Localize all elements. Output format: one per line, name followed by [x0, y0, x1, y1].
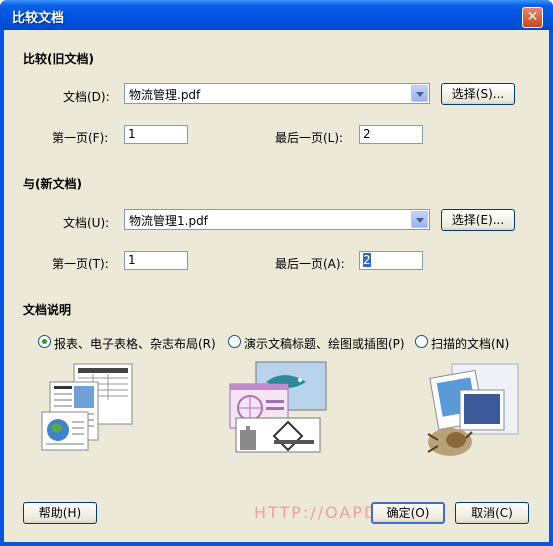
help-button[interactable]: 帮助(H): [23, 502, 97, 524]
new-last-page-value: 2: [363, 253, 371, 267]
old-first-page-label: 第一页(F):: [52, 131, 109, 145]
radio-report-layout-label[interactable]: 报表、电子表格、杂志布局(R): [54, 335, 216, 352]
close-icon: ✕: [526, 9, 539, 25]
old-document-select[interactable]: 物流管理.pdf: [124, 83, 430, 104]
chevron-down-icon[interactable]: [411, 85, 428, 102]
new-document-label: 文档(U):: [63, 216, 110, 230]
old-last-page-input[interactable]: 2: [359, 125, 423, 144]
scanned-document-illustration: [427, 363, 519, 456]
radio-presentation-drawing-label[interactable]: 演示文稿标题、绘图或插图(P): [244, 335, 405, 352]
cancel-button[interactable]: 取消(C): [455, 502, 529, 524]
dialog-body: 比较(旧文档) 文档(D): 物流管理.pdf 选择(S)... 第一页(F):…: [4, 30, 549, 542]
radio-scanned-document[interactable]: [415, 335, 428, 348]
title-bar: 比较文档 ✕: [0, 0, 553, 30]
chevron-down-icon[interactable]: [411, 211, 428, 228]
old-first-page-input[interactable]: 1: [124, 125, 188, 144]
old-document-section-title: 比较(旧文档): [23, 52, 94, 66]
ok-button[interactable]: 确定(O): [371, 502, 445, 524]
presentation-drawing-illustration: [229, 361, 327, 453]
new-first-page-input[interactable]: 1: [124, 251, 188, 270]
dialog-title: 比较文档: [12, 11, 65, 26]
new-document-choose-button[interactable]: 选择(E)...: [441, 209, 515, 231]
new-document-select[interactable]: 物流管理1.pdf: [124, 209, 430, 230]
old-last-page-label: 最后一页(L):: [275, 131, 344, 145]
new-document-section-title: 与(新文档): [23, 177, 82, 191]
old-document-label: 文档(D):: [63, 90, 110, 104]
report-spreadsheet-illustration: [41, 363, 133, 451]
old-document-choose-button[interactable]: 选择(S)...: [441, 83, 515, 105]
compare-documents-dialog: 比较文档 ✕ 比较(旧文档) 文档(D): 物流管理.pdf 选择(S)... …: [0, 0, 553, 546]
radio-presentation-drawing[interactable]: [228, 335, 241, 348]
close-button[interactable]: ✕: [522, 7, 543, 28]
new-last-page-label: 最后一页(A):: [275, 257, 345, 271]
old-document-value: 物流管理.pdf: [129, 88, 201, 102]
radio-scanned-document-label[interactable]: 扫描的文档(N): [431, 335, 509, 352]
new-first-page-label: 第一页(T):: [52, 257, 109, 271]
new-last-page-input[interactable]: 2: [359, 251, 423, 270]
new-document-value: 物流管理1.pdf: [129, 214, 208, 228]
document-description-title: 文档说明: [23, 303, 72, 317]
radio-report-layout[interactable]: [38, 335, 51, 348]
